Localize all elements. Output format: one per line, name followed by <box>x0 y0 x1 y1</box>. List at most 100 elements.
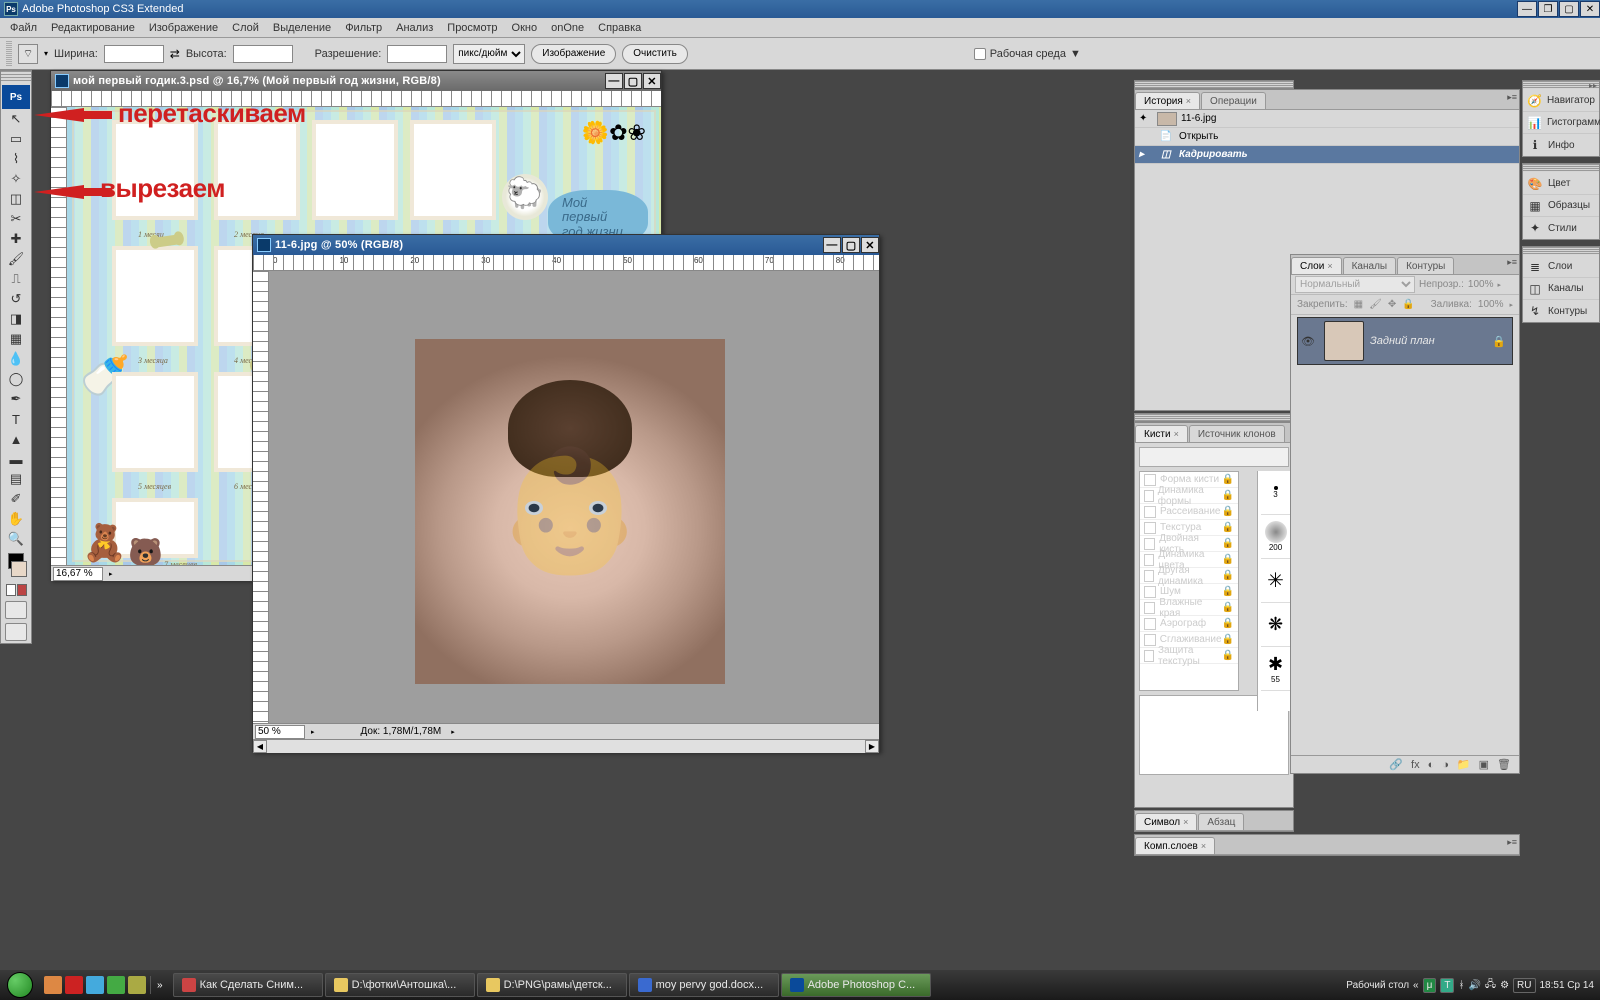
layer-fx-button[interactable]: fx <box>1411 759 1420 771</box>
ql-icon[interactable] <box>65 976 83 994</box>
ql-icon[interactable] <box>44 976 62 994</box>
new-layer-button[interactable]: ▣ <box>1479 758 1489 771</box>
torrent-icon[interactable]: T <box>1440 978 1454 993</box>
dock-grip[interactable] <box>1134 80 1294 89</box>
delete-layer-button[interactable]: 🗑 <box>1497 758 1511 771</box>
doc2-minimize-button[interactable]: — <box>823 237 841 253</box>
doc2-status-menu[interactable]: ▸ <box>311 728 315 736</box>
lock-all-button[interactable]: 🔒 <box>1402 299 1414 310</box>
move-tool[interactable]: ↖ <box>2 109 30 129</box>
lock-move-button[interactable]: ✥ <box>1388 299 1396 310</box>
swap-dims-button[interactable]: ⇄ <box>170 47 180 61</box>
side-btn-navigator[interactable]: 🧭Навигатор <box>1523 90 1599 112</box>
heal-tool[interactable]: ✚ <box>2 229 30 249</box>
layer-visibility-icon[interactable]: 👁 <box>1298 335 1318 348</box>
dodge-tool[interactable]: ◯ <box>2 369 30 389</box>
layer-mask-button[interactable]: ◐ <box>1428 759 1435 771</box>
blend-mode-select[interactable]: Нормальный <box>1295 276 1415 293</box>
blur-tool[interactable]: 💧 <box>2 349 30 369</box>
menu-select[interactable]: Выделение <box>267 20 337 36</box>
eyedropper-tool[interactable]: ✐ <box>2 489 30 509</box>
language-indicator[interactable]: μ <box>1423 978 1437 993</box>
doc2-maximize-button[interactable]: ▢ <box>842 237 860 253</box>
side-btn-swatches[interactable]: ▦Образцы <box>1523 195 1599 217</box>
path-select-tool[interactable]: ▲ <box>2 429 30 449</box>
side-btn-paths[interactable]: ↯Контуры <box>1523 300 1599 322</box>
opacity-value[interactable]: 100% <box>1468 279 1494 290</box>
ql-icon[interactable] <box>86 976 104 994</box>
maximize-button[interactable]: ▢ <box>1559 1 1579 17</box>
tab-paths[interactable]: Контуры <box>1397 257 1454 274</box>
doc2-titlebar[interactable]: 11-6.jpg @ 50% (RGB/8) — ▢ ✕ <box>253 235 879 255</box>
ql-icon[interactable] <box>107 976 125 994</box>
task-button[interactable]: D:\PNG\рамы\детск... <box>477 973 627 997</box>
doc1-maximize-button[interactable]: ▢ <box>624 73 642 89</box>
start-button[interactable] <box>0 970 40 1000</box>
menu-view[interactable]: Просмотр <box>441 20 503 36</box>
fill-value[interactable]: 100% <box>1478 299 1504 310</box>
task-button[interactable]: D:\фотки\Антошка\... <box>325 973 475 997</box>
side-btn-channels[interactable]: ◫Каналы <box>1523 278 1599 300</box>
doc2-ruler-h[interactable]: 01020304050607080 <box>253 255 879 271</box>
clear-button[interactable]: Очистить <box>622 44 688 64</box>
notes-tool[interactable]: ▤ <box>2 469 30 489</box>
history-step-open[interactable]: 📄 Открыть <box>1135 128 1519 146</box>
menu-image[interactable]: Изображение <box>143 20 224 36</box>
side-btn-styles[interactable]: ✦Стили <box>1523 217 1599 239</box>
doc2-ruler-v[interactable] <box>253 271 269 723</box>
crop-tool[interactable]: ◫ <box>2 189 30 209</box>
layer-thumbnail[interactable] <box>1324 321 1364 361</box>
pen-tool[interactable]: ✒ <box>2 389 30 409</box>
doc2-scrollbar-h[interactable]: ◀▶ <box>253 739 879 753</box>
type-tool[interactable]: T <box>2 409 30 429</box>
side-btn-color[interactable]: 🎨Цвет <box>1523 173 1599 195</box>
tab-history[interactable]: История× <box>1135 92 1200 109</box>
menu-file[interactable]: Файл <box>4 20 43 36</box>
brush-previews[interactable]: 3 200 ✳ ❋ ✱55 <box>1257 471 1293 711</box>
doc1-titlebar[interactable]: мой первый годик.3.psd @ 16,7% (Мой перв… <box>51 71 661 91</box>
tab-channels[interactable]: Каналы <box>1343 257 1397 274</box>
menu-layer[interactable]: Слой <box>226 20 265 36</box>
network-icon[interactable]: 🖧 <box>1485 977 1496 994</box>
doc1-ruler-v[interactable] <box>51 107 67 565</box>
hand-tool[interactable]: ✋ <box>2 509 30 529</box>
tab-character[interactable]: Символ× <box>1135 813 1197 830</box>
image-button[interactable]: Изображение <box>531 44 616 64</box>
restore-button[interactable]: ❐ <box>1538 1 1558 17</box>
tab-paragraph[interactable]: Абзац <box>1198 813 1244 830</box>
show-desktop-button[interactable]: Рабочий стол <box>1346 980 1409 991</box>
bridge-button[interactable] <box>5 623 27 641</box>
shape-tool[interactable]: ▬ <box>2 449 30 469</box>
layer-group-button[interactable]: 📁 <box>1457 758 1471 771</box>
tray-chevron[interactable]: « <box>1413 980 1419 991</box>
stamp-tool[interactable]: ⎍ <box>2 269 30 289</box>
doc1-close-button[interactable]: ✕ <box>643 73 661 89</box>
zoom-tool[interactable]: 🔍 <box>2 529 30 549</box>
minimize-button[interactable]: — <box>1517 1 1537 17</box>
panel-menu-button[interactable]: ▸≡ <box>1507 92 1517 103</box>
lock-pixels-button[interactable]: ▦ <box>1354 299 1363 310</box>
doc2-close-button[interactable]: ✕ <box>861 237 879 253</box>
side-btn-info[interactable]: ℹИнфо <box>1523 134 1599 156</box>
doc2-zoom-field[interactable] <box>255 725 305 739</box>
task-button[interactable]: moy pervy god.docx... <box>629 973 779 997</box>
doc1-minimize-button[interactable]: — <box>605 73 623 89</box>
menu-analysis[interactable]: Анализ <box>390 20 439 36</box>
gradient-tool[interactable]: ▦ <box>2 329 30 349</box>
doc2-canvas[interactable] <box>269 271 879 723</box>
height-field[interactable] <box>233 45 293 63</box>
tab-brushes[interactable]: Кисти× <box>1135 425 1188 442</box>
ql-icon[interactable] <box>128 976 146 994</box>
brush-preset-selector[interactable] <box>1139 447 1289 467</box>
optbar-grip[interactable] <box>6 41 12 67</box>
side-btn-layers[interactable]: ≣Слои <box>1523 256 1599 278</box>
clock[interactable]: 18:51 Ср 14 <box>1540 980 1595 991</box>
history-brush-tool[interactable]: ↺ <box>2 289 30 309</box>
menu-filter[interactable]: Фильтр <box>339 20 388 36</box>
layer-name[interactable]: Задний план <box>1370 335 1492 347</box>
tray-icon[interactable]: ⚙ <box>1500 980 1509 991</box>
history-step-crop[interactable]: ▸◫ Кадрировать <box>1135 146 1519 164</box>
task-button[interactable]: Как Сделать Сним... <box>173 973 323 997</box>
link-layers-button[interactable]: 🔗 <box>1389 758 1403 771</box>
menu-edit[interactable]: Редактирование <box>45 20 141 36</box>
